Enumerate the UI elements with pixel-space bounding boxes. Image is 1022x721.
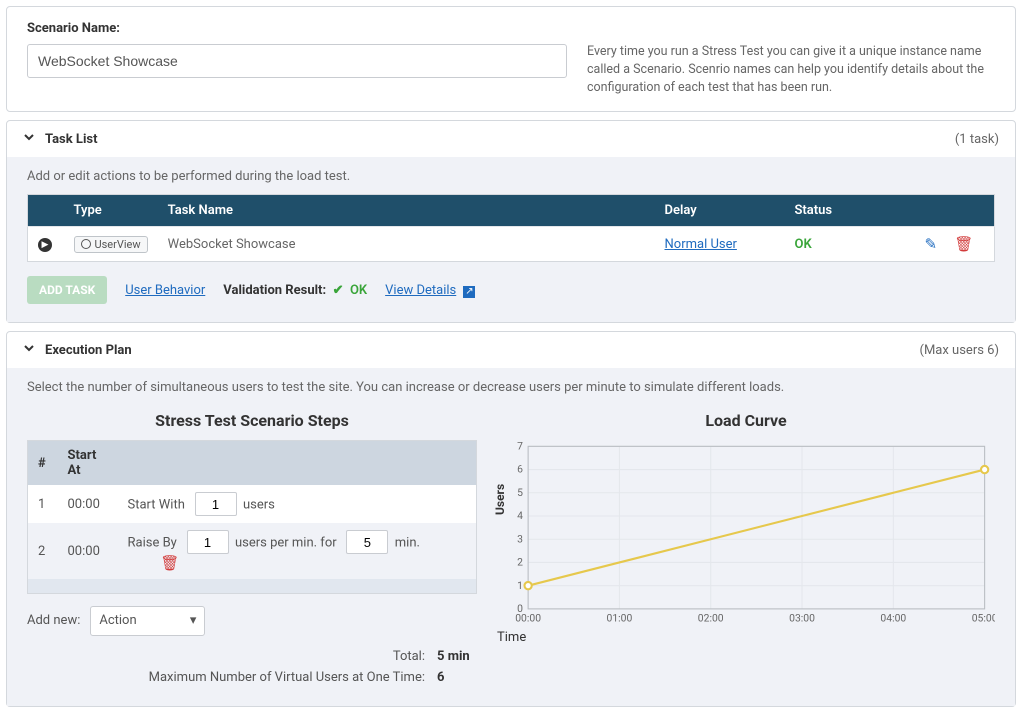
validation-label: Validation Result: [223, 283, 326, 298]
svg-text:2: 2 [517, 556, 523, 569]
execution-plan-header[interactable]: Execution Plan (Max users 6) [7, 332, 1015, 368]
col-delay: Delay [655, 195, 785, 227]
delay-link[interactable]: Normal User [665, 237, 737, 252]
max-users-summary-value: 6 [437, 670, 477, 685]
execution-plan-title: Execution Plan [45, 343, 132, 358]
task-list-intro: Add or edit actions to be performed duri… [27, 169, 995, 184]
task-list-panel: Task List (1 task) Add or edit actions t… [6, 120, 1016, 323]
trash-icon[interactable]: 🗑 [160, 554, 179, 572]
add-new-label: Add new: [27, 613, 80, 628]
check-icon: ✔ [333, 283, 344, 298]
scenario-name-input[interactable] [27, 44, 567, 78]
col-status: Status [785, 195, 915, 227]
svg-text:00:00: 00:00 [515, 612, 541, 625]
svg-text:5: 5 [517, 486, 523, 499]
chart-x-axis-title: Time [497, 630, 995, 645]
user-behavior-link[interactable]: User Behavior [125, 283, 205, 298]
svg-text:02:00: 02:00 [698, 612, 724, 625]
validation-status: OK [350, 283, 367, 298]
task-list-header[interactable]: Task List (1 task) [7, 121, 1015, 157]
max-users-label: (Max users 6) [920, 343, 1000, 358]
svg-text:6: 6 [517, 463, 523, 476]
svg-text:7: 7 [517, 440, 523, 453]
chevron-down-icon [23, 342, 35, 358]
col-num: # [28, 441, 58, 486]
action-select[interactable]: Action ▾ [90, 606, 205, 636]
edit-icon[interactable]: ✎ [925, 235, 938, 253]
scenario-name-label: Scenario Name: [27, 21, 567, 36]
col-task-name: Task Name [158, 195, 655, 227]
steps-title: Stress Test Scenario Steps [27, 411, 477, 430]
task-list-title: Task List [45, 132, 97, 147]
chevron-down-icon [23, 131, 35, 147]
svg-text:4: 4 [517, 509, 523, 522]
user-icon [81, 239, 91, 249]
play-icon[interactable]: ▶ [38, 238, 52, 252]
chart-y-axis-title: Users [493, 484, 507, 515]
status-ok: OK [795, 237, 812, 252]
table-row: 2 00:00 Raise By users per min. for min.… [28, 523, 477, 579]
load-curve-chart: Users 0123456700:0001:0002:0003:0004:000… [497, 440, 995, 630]
scenario-panel: Scenario Name: Every time you run a Stre… [6, 6, 1016, 112]
table-row: 1 00:00 Start With users [28, 485, 477, 523]
total-label: Total: [393, 649, 425, 664]
add-task-button: ADD TASK [27, 276, 107, 304]
start-with-input[interactable] [195, 492, 237, 516]
steps-table: # Start At 1 00:00 Start With users [27, 440, 477, 594]
view-details-link[interactable]: View Details [385, 283, 456, 298]
task-count: (1 task) [955, 132, 999, 147]
svg-text:03:00: 03:00 [789, 612, 815, 625]
max-users-summary-label: Maximum Number of Virtual Users at One T… [149, 670, 425, 685]
svg-text:1: 1 [517, 579, 523, 592]
external-link-icon[interactable]: ↗ [463, 286, 475, 298]
trash-icon[interactable]: 🗑 [954, 235, 973, 253]
col-start-at: Start At [58, 441, 118, 486]
svg-text:04:00: 04:00 [880, 612, 906, 625]
svg-text:3: 3 [517, 533, 523, 546]
col-type: Type [64, 195, 158, 227]
execution-plan-panel: Execution Plan (Max users 6) Select the … [6, 331, 1016, 707]
svg-text:01:00: 01:00 [607, 612, 633, 625]
load-curve-title: Load Curve [497, 411, 995, 430]
task-name-cell: WebSocket Showcase [158, 227, 655, 262]
total-value: 5 min [437, 649, 477, 664]
caret-down-icon: ▾ [190, 613, 197, 628]
table-row: ▶ UserView WebSocket Showcase Normal Use… [28, 227, 995, 262]
raise-by-input[interactable] [187, 530, 229, 554]
task-type-badge[interactable]: UserView [74, 236, 148, 253]
svg-text:05:00: 05:00 [972, 612, 995, 625]
task-table: Type Task Name Delay Status ▶ UserView W… [27, 194, 995, 262]
scenario-help-text: Every time you run a Stress Test you can… [587, 21, 995, 97]
duration-input[interactable] [346, 530, 388, 554]
execution-plan-intro: Select the number of simultaneous users … [27, 380, 995, 395]
